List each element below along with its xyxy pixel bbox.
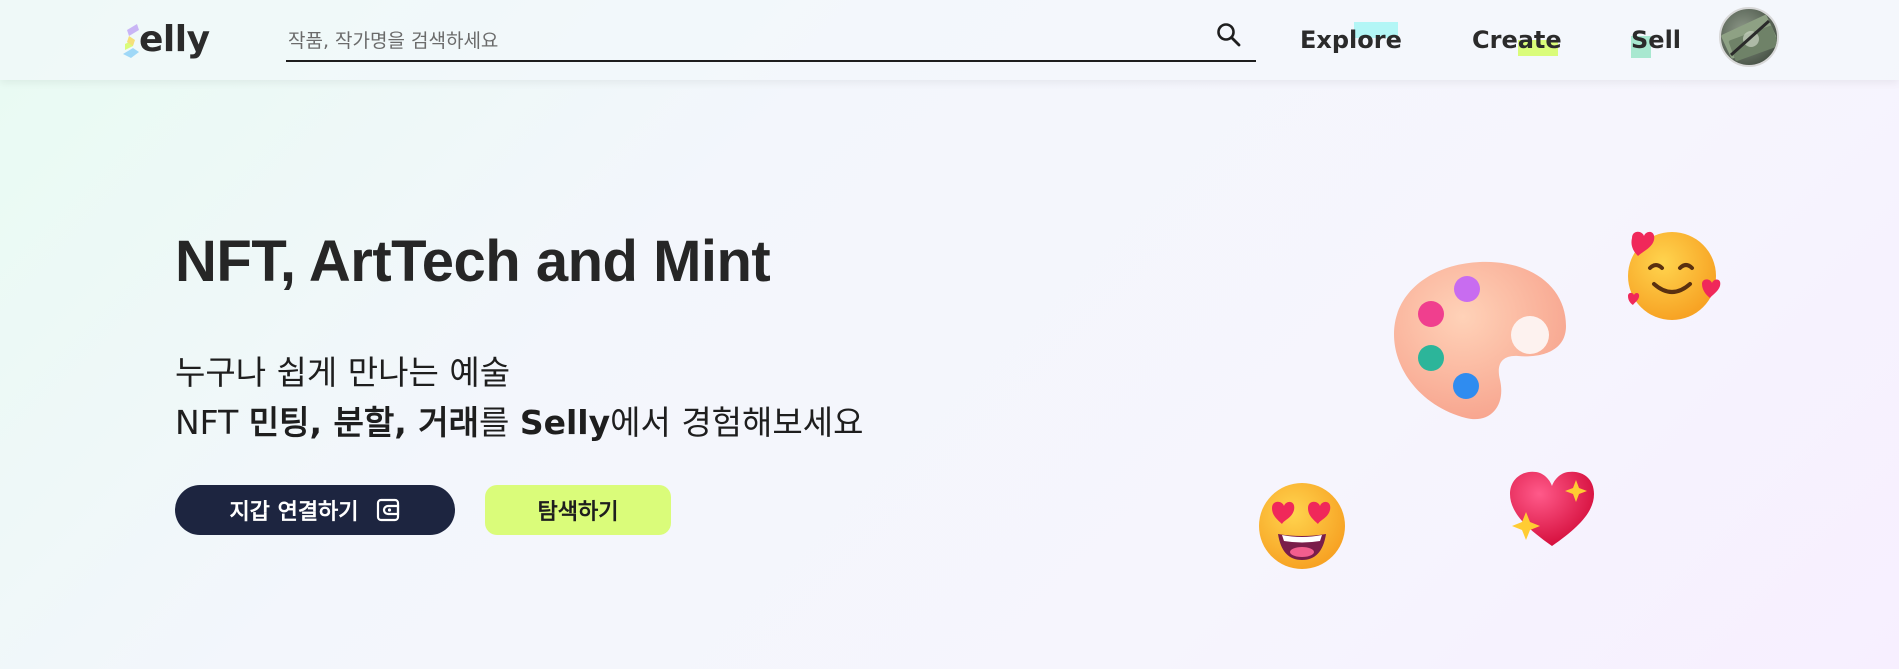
- hero-line2-part-e: 에서 경험해보세요: [610, 403, 864, 442]
- nav-sell-label: Sell: [1631, 26, 1682, 54]
- hero-line2-part-d: Selly: [519, 403, 611, 442]
- search-bar: [286, 18, 1256, 62]
- connect-wallet-button[interactable]: 지갑 연결하기: [175, 485, 455, 535]
- hero-line2-part-c: 를: [478, 403, 520, 442]
- nav-sell[interactable]: Sell: [1631, 22, 1681, 58]
- connect-wallet-label: 지갑 연결하기: [229, 500, 359, 525]
- heart-eyes-emoji: [1259, 483, 1345, 569]
- palette-emoji: [1394, 261, 1566, 420]
- nav-explore[interactable]: Explore: [1300, 22, 1402, 58]
- hero-title: NFT, ArtTech and Mint: [175, 229, 771, 294]
- smiling-face-with-hearts-emoji: [1628, 231, 1721, 320]
- wallet-icon: [376, 498, 399, 522]
- search-icon[interactable]: [1214, 20, 1244, 50]
- hero-line2-part-a: NFT: [175, 403, 249, 442]
- nav-explore-label: Explore: [1300, 26, 1402, 54]
- avatar-image: [1721, 15, 1777, 61]
- nav-create-label: Create: [1472, 26, 1562, 54]
- hero-subtitle-line1: 누구나 쉽게 만나는 예술: [175, 353, 511, 392]
- selly-logo[interactable]: elly: [119, 18, 211, 62]
- user-avatar[interactable]: [1719, 7, 1779, 67]
- hero-subtitle-line2: NFT 민팅, 분할, 거래를 Selly에서 경험해보세요: [175, 396, 863, 444]
- sparkling-heart-emoji: [1510, 471, 1594, 546]
- hero-line2-part-b: 민팅, 분할, 거래: [248, 403, 479, 442]
- explore-button[interactable]: 탐색하기: [485, 485, 671, 535]
- search-input[interactable]: [288, 26, 1188, 56]
- top-header: elly Explore Create Sell: [0, 0, 1899, 80]
- logo-text: elly: [139, 19, 210, 60]
- nav-create[interactable]: Create: [1472, 22, 1562, 58]
